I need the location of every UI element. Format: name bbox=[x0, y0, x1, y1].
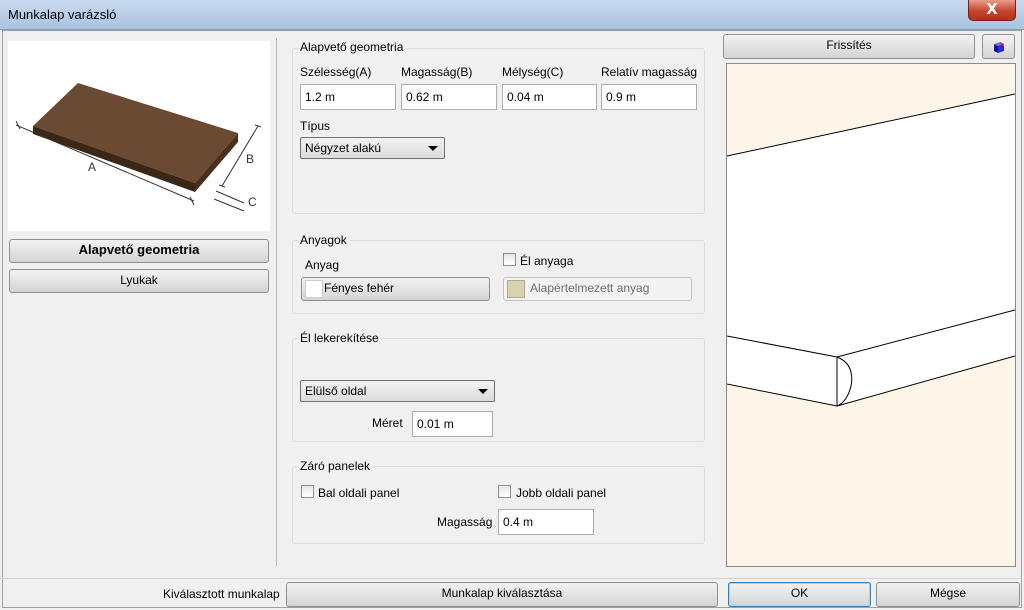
end-panels-group-title: Záró panelek bbox=[298, 459, 373, 473]
height-label: Magasság(B) bbox=[401, 65, 473, 79]
edge-material-button[interactable]: Alapértelmezett anyag bbox=[503, 277, 692, 301]
geometry-group-title: Alapvető geometria bbox=[298, 40, 406, 54]
edge-rounding-group-title: Él lekerekítése bbox=[298, 331, 381, 345]
left-panel-checkbox[interactable] bbox=[301, 485, 314, 498]
depth-input[interactable]: 0.04 m bbox=[502, 84, 597, 110]
material-button-label: Fényes fehér bbox=[324, 281, 395, 295]
dim-label-a: A bbox=[88, 160, 96, 174]
view-mode-button[interactable] bbox=[982, 34, 1015, 59]
relative-height-input[interactable]: 0.9 m bbox=[601, 84, 697, 110]
type-dropdown-value: Négyzet alakú bbox=[305, 141, 382, 155]
cancel-button[interactable]: Mégse bbox=[876, 582, 1020, 607]
cube-icon bbox=[993, 42, 1004, 53]
chevron-down-icon bbox=[478, 389, 488, 394]
ok-button[interactable]: OK bbox=[728, 582, 871, 607]
material-button[interactable]: Fényes fehér bbox=[301, 277, 490, 301]
close-button[interactable]: X bbox=[968, 0, 1016, 21]
edge-size-label: Méret bbox=[372, 416, 403, 430]
edge-material-checkbox-label: Él anyaga bbox=[520, 254, 574, 268]
select-worktop-button[interactable]: Munkalap kiválasztása bbox=[286, 582, 718, 607]
tab-holes[interactable]: Lyukak bbox=[9, 269, 269, 293]
depth-label: Mélység(C) bbox=[502, 65, 564, 79]
relative-height-label: Relatív magasság bbox=[601, 65, 698, 79]
material-swatch bbox=[305, 280, 323, 298]
chevron-down-icon bbox=[428, 146, 438, 151]
edge-side-dropdown-value: Elülső oldal bbox=[305, 384, 367, 398]
selected-worktop-label: Kiválasztott munkalap bbox=[163, 587, 280, 601]
title-bar: Munkalap varázsló X bbox=[0, 0, 1024, 30]
tab-basic-geometry[interactable]: Alapvető geometria bbox=[9, 239, 269, 263]
vertical-separator bbox=[276, 38, 277, 566]
edge-side-dropdown[interactable]: Elülső oldal bbox=[300, 380, 495, 402]
left-panel-checkbox-label: Bal oldali panel bbox=[318, 486, 400, 500]
dim-label-c: C bbox=[248, 195, 257, 209]
width-input[interactable]: 1.2 m bbox=[300, 84, 396, 110]
height-input[interactable]: 0.62 m bbox=[401, 84, 497, 110]
panel-height-label: Magasság bbox=[437, 515, 493, 529]
width-label: Szélesség(A) bbox=[300, 65, 372, 79]
materials-group-title: Anyagok bbox=[298, 233, 349, 247]
window-title: Munkalap varázsló bbox=[8, 7, 117, 22]
3d-preview-viewport[interactable] bbox=[726, 63, 1016, 567]
edge-size-input[interactable]: 0.01 m bbox=[412, 411, 493, 437]
material-label: Anyag bbox=[305, 258, 340, 272]
worktop-preview-image: A B C bbox=[8, 41, 270, 231]
edge-material-button-label: Alapértelmezett anyag bbox=[530, 281, 650, 295]
dim-label-b: B bbox=[246, 152, 254, 166]
type-label: Típus bbox=[300, 119, 331, 133]
panel-height-input[interactable]: 0.4 m bbox=[498, 509, 594, 535]
edge-material-checkbox[interactable] bbox=[503, 253, 516, 266]
type-dropdown[interactable]: Négyzet alakú bbox=[300, 137, 445, 159]
right-panel-checkbox[interactable] bbox=[498, 485, 511, 498]
refresh-button[interactable]: Frissítés bbox=[723, 34, 975, 59]
edge-material-swatch bbox=[507, 280, 525, 298]
right-panel-checkbox-label: Jobb oldali panel bbox=[516, 486, 607, 500]
footer-separator bbox=[0, 578, 1020, 579]
